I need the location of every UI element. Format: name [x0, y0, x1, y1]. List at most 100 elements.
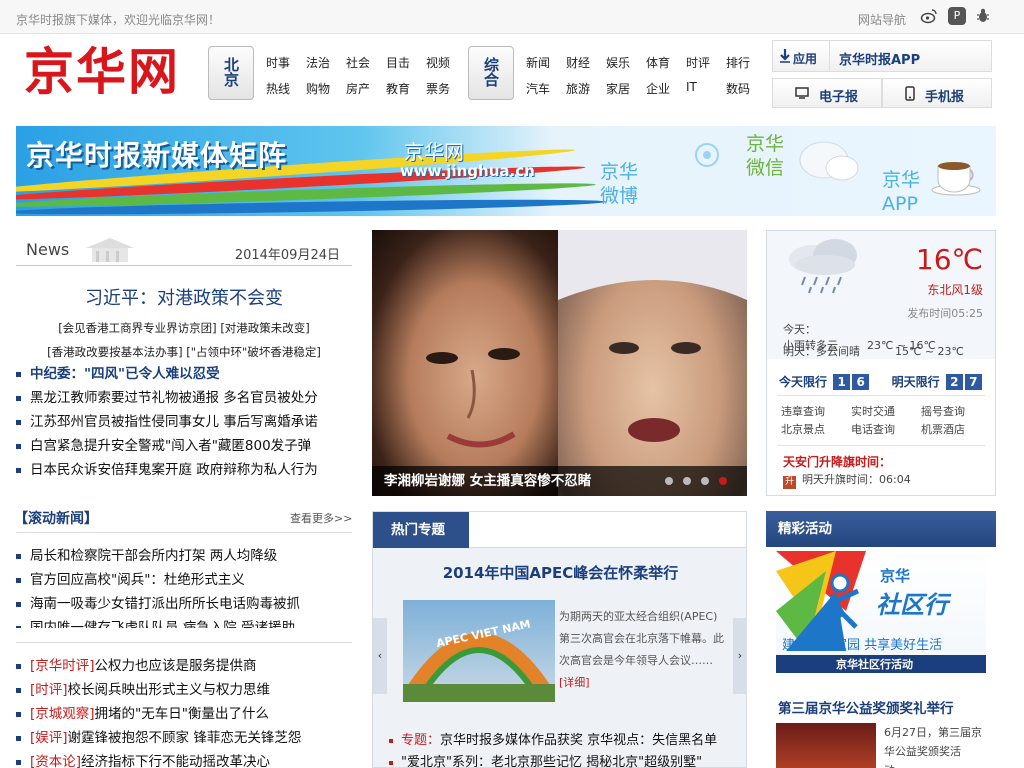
opinion-text[interactable]: 经济指标下行不能动摇改革决心 [81, 754, 270, 768]
opinion-text[interactable]: 校长阅兵映出形式主义与权力思维 [68, 682, 271, 698]
opinion-tag[interactable]: [资本论] [30, 754, 81, 768]
topic-link[interactable]: 专题：京华时报多媒体作品获奖 京华视点：失信黑名单 [387, 730, 737, 752]
event-item-image[interactable] [776, 723, 876, 768]
topic-link-text[interactable]: "爱北京"系列：老北京那些记忆 揭秘北京"超级别墅" [401, 755, 702, 768]
community-event-banner[interactable]: 京华 社区行 建设平安家园 共享美好生活 京华社区行活动 [776, 551, 986, 673]
beijing-nav-link[interactable]: 目击 [386, 54, 426, 80]
beijing-nav-link[interactable]: 社会 [346, 54, 386, 80]
headline-sublinks-1[interactable]: [会见香港工商界专业界访京团] [对港政策未改变] [16, 320, 352, 336]
app-download-bar[interactable]: 应用 京华时报APP [772, 40, 992, 72]
p-icon[interactable]: P [948, 7, 966, 25]
zonghe-nav-link[interactable]: 时评 [686, 54, 726, 80]
topic-prev-button[interactable]: ‹ [373, 618, 387, 694]
bug-icon[interactable] [974, 7, 992, 25]
zonghe-nav-link[interactable]: 企业 [646, 80, 686, 106]
beijing-nav-link[interactable]: 热线 [266, 80, 306, 106]
beijing-channel-badge[interactable]: 北京 [208, 46, 254, 100]
headline-sublinks-2[interactable]: [香港政改要按基本法办事] ["占领中环"破坏香港稳定] [16, 344, 352, 360]
weibo-icon[interactable] [920, 7, 938, 25]
beijing-nav-link[interactable]: 票务 [426, 80, 466, 106]
site-nav-link[interactable]: 网站导航 [858, 11, 906, 28]
opinion-text[interactable]: 公权力也应该是服务提供商 [95, 658, 257, 674]
slide-dot-4[interactable] [719, 477, 727, 485]
weather-wind: 东北风1级 [927, 283, 983, 297]
news-label: News [26, 240, 70, 259]
site-logo[interactable]: 京华网 [24, 42, 180, 102]
rolling-list-item[interactable]: 官方回应高校"阅兵"：杜绝形式主义 [16, 568, 352, 592]
zonghe-nav-link[interactable]: 排行 [726, 54, 766, 80]
rolling-list-item[interactable]: 海南一吸毒少女错打派出所所长电话购毒被抓 [16, 592, 352, 616]
epaper-button[interactable]: 电子报 [772, 78, 882, 108]
beijing-nav-link[interactable]: 教育 [386, 80, 426, 106]
mobile-paper-button[interactable]: 手机报 [882, 78, 992, 108]
topic-detail-link[interactable]: [详细] [559, 676, 590, 689]
slide-dot-3[interactable] [701, 477, 709, 485]
main-headline[interactable]: 习近平：对港政策不会变 [16, 284, 352, 310]
zonghe-nav-link[interactable]: 数码 [726, 80, 766, 106]
opinion-list-item[interactable]: [娱评]谢霆锋被抱怨不顾家 锋菲恋无关锋芝怨 [16, 726, 352, 750]
beijing-nav-link[interactable]: 时事 [266, 54, 306, 80]
news-list-item[interactable]: 中纪委："四风"已令人难以忍受 [16, 362, 352, 386]
new-media-banner[interactable]: 京华时报新媒体矩阵 京华网 www.jinghua.cn 京华微博 京华微信 京… [16, 126, 996, 216]
opinion-list-item[interactable]: [京华时评]公权力也应该是服务提供商 [16, 654, 352, 678]
opinion-tag[interactable]: [时评] [30, 682, 68, 698]
news-list-item[interactable]: 日本民众诉安倍拜鬼案开庭 政府辩称为私人行为 [16, 458, 352, 482]
opinion-tag[interactable]: [京华时评] [30, 658, 95, 674]
beijing-nav-link[interactable]: 视频 [426, 54, 466, 80]
photo-slider[interactable]: 李湘柳岩谢娜 女主播真容惨不忍睹 [372, 230, 747, 496]
event-brand: 京华 [880, 567, 910, 585]
news-list-item[interactable]: 白宫紧急提升安全警戒"闯入者"藏匿800发子弹 [16, 434, 352, 458]
zonghe-nav-link[interactable]: 新闻 [526, 54, 566, 80]
quick-service-link[interactable]: 违章查询 [781, 403, 851, 421]
zonghe-nav-link[interactable]: 汽车 [526, 80, 566, 106]
beijing-nav-row: 时事 法治 社会 目击 视频 [266, 54, 466, 80]
banner-title: 京华时报新媒体矩阵 [26, 139, 288, 172]
zonghe-nav-link[interactable]: 家居 [606, 80, 646, 106]
opinion-list-item[interactable]: [京城观察]拥堵的"无车日"衡量出了什么 [16, 702, 352, 726]
app-link[interactable]: 京华时报APP [839, 49, 920, 68]
topic-link[interactable]: "爱北京"系列：老北京那些记忆 揭秘北京"超级别墅" [387, 752, 737, 768]
opinion-tag[interactable]: [京城观察] [30, 706, 95, 722]
opinion-tag[interactable]: [娱评] [30, 730, 68, 746]
quick-service-link[interactable]: 电话查询 [851, 421, 921, 439]
opinion-list-item[interactable]: [资本论]经济指标下行不能动摇改革决心 [16, 750, 352, 768]
news-list-item[interactable]: 黑龙江教师索要过节礼物被通报 多名官员被处分 [16, 386, 352, 410]
zonghe-channel-badge[interactable]: 综合 [468, 46, 514, 100]
quick-service-link[interactable]: 机票酒店 [921, 421, 991, 439]
rolling-list-item[interactable]: 国内唯一健存飞虎队队员 病急入院 受诸援助 [16, 616, 352, 628]
zonghe-nav-link[interactable]: IT [686, 80, 726, 106]
topic-link-text[interactable]: 京华时报多媒体作品获奖 京华视点：失信黑名单 [440, 733, 717, 748]
zonghe-nav-link[interactable]: 旅游 [566, 80, 606, 106]
banner-site-url: www.jinghua.cn [400, 162, 535, 180]
topic-next-button[interactable]: › [733, 618, 747, 694]
beijing-nav-link[interactable]: 购物 [306, 80, 346, 106]
opinion-list-item[interactable]: [时评]校长阅兵映出形式主义与权力思维 [16, 678, 352, 702]
zonghe-nav-link[interactable]: 财经 [566, 54, 606, 80]
topic-link-tag: 专题： [401, 733, 441, 748]
beijing-nav: 时事 法治 社会 目击 视频 热线 购物 房产 教育 票务 [266, 54, 466, 106]
slide-dot-1[interactable] [665, 477, 673, 485]
opinion-text[interactable]: 拥堵的"无车日"衡量出了什么 [95, 706, 269, 722]
news-list-item[interactable]: 江苏邳州官员被指性侵同事女儿 事后写离婚承诺 [16, 410, 352, 434]
zonghe-nav-link[interactable]: 体育 [646, 54, 686, 80]
event-item-title[interactable]: 第三届京华公益奖颁奖礼举行 [778, 697, 954, 717]
beijing-nav-link[interactable]: 房产 [346, 80, 386, 106]
slide-dot-2[interactable] [683, 477, 691, 485]
beijing-nav-link[interactable]: 法治 [306, 54, 346, 80]
tab-hot-topic[interactable]: 热门专题 [373, 512, 469, 548]
today-limit-num-2: 6 [852, 374, 870, 390]
rolling-list-item[interactable]: 局长和检察院干部会所内打架 两人均降级 [16, 544, 352, 568]
news-box: News 2014年09月24日 [16, 230, 352, 266]
tomorrow-limit-num-2: 7 [964, 374, 982, 390]
opinion-text[interactable]: 谢霆锋被抱怨不顾家 锋菲恋无关锋芝怨 [68, 730, 302, 746]
quick-service-link[interactable]: 摇号查询 [921, 403, 991, 421]
quick-service-link[interactable]: 北京景点 [781, 421, 851, 439]
zonghe-nav-link[interactable]: 娱乐 [606, 54, 646, 80]
rolling-more-link[interactable]: 查看更多>> [290, 510, 352, 526]
banner-app: 京华APP [882, 169, 921, 215]
topic-title[interactable]: 2014年中国APEC峰会在怀柔举行 [373, 562, 748, 583]
topic-thumbnail[interactable]: APEC VIET NAM [403, 600, 555, 702]
quick-service-link[interactable]: 实时交通 [851, 403, 921, 421]
site-slogan: 京华时报旗下媒体，欢迎光临京华网！ [16, 13, 221, 27]
tomorrow-label: 明天： [783, 345, 816, 358]
